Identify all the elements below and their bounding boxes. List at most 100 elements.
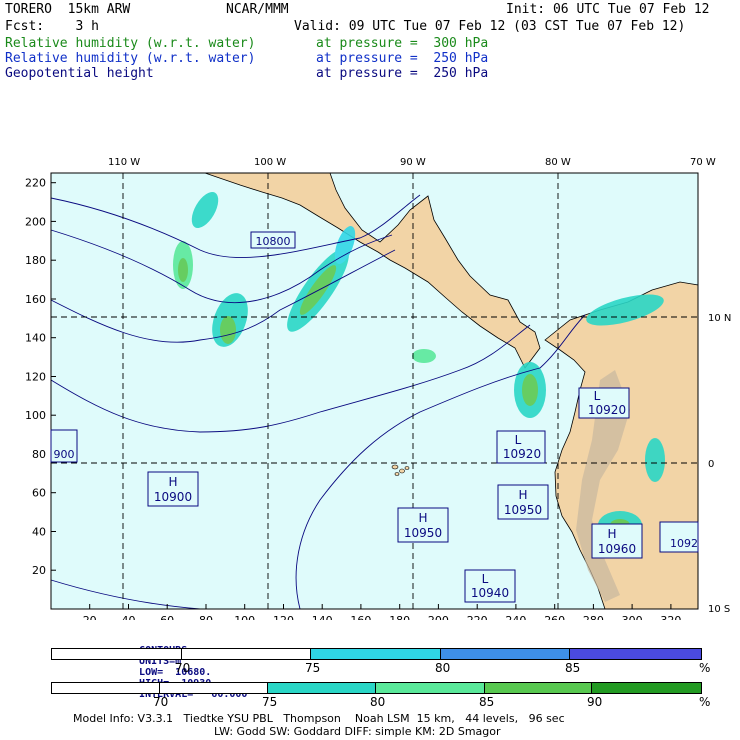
lat-label-10s: 10 S [708, 604, 730, 615]
colorbar-250-label: 75 [305, 661, 321, 675]
field-3-name: Geopotential height [5, 66, 154, 81]
low-center-type: L [594, 389, 601, 403]
x-tick-label: 320 [660, 614, 681, 620]
lon-label-70w: 70 W [690, 157, 716, 168]
contour-label: 1092 [659, 521, 699, 553]
colorbar-segment [52, 649, 182, 659]
colorbar-segment [376, 683, 485, 693]
high-center-value: 10900 [154, 490, 192, 504]
colorbar-250-label: 85 [565, 661, 581, 675]
field-3-level: at pressure = 250 hPa [316, 66, 489, 81]
colorbar-segment [311, 649, 441, 659]
x-tick-label: 140 [312, 614, 333, 620]
x-tick-label: 300 [622, 614, 643, 620]
x-tick-label: 200 [428, 614, 449, 620]
model-info-line-1: Model Info: V3.3.1 Tiedtke YSU PBL Thomp… [73, 712, 565, 725]
y-tick-label: 160 [25, 293, 46, 306]
x-tick-label: 260 [544, 614, 565, 620]
y-tick-label: 100 [25, 409, 46, 422]
x-tick-label: 80 [199, 614, 213, 620]
colorbar-300-label: 90 [587, 695, 603, 709]
y-tick-label: 80 [32, 448, 46, 461]
colorbar-300-label: 75 [262, 695, 278, 709]
x-tick-label: 20 [83, 614, 97, 620]
colorbar-300-label: 70 [153, 695, 169, 709]
field-2-name: Relative humidity (w.r.t. water) [5, 51, 256, 66]
lon-label-110w: 110 W [108, 157, 140, 168]
init-time: Init: 06 UTC Tue 07 Feb 12 [506, 2, 710, 17]
high-center-value: 10960 [598, 542, 636, 556]
colorbar-300-unit: % [699, 695, 711, 709]
x-tick-label: 40 [122, 614, 136, 620]
colorbar-rh-250 [51, 648, 702, 660]
colorbar-segment [268, 683, 377, 693]
low-center-value: 10940 [471, 586, 509, 600]
x-tick-label: 100 [234, 614, 255, 620]
forecast-hour: Fcst: 3 h [5, 19, 99, 34]
x-tick-label: 60 [160, 614, 174, 620]
lon-label-100w: 100 W [254, 157, 286, 168]
high-center-type: H [168, 475, 177, 489]
x-tick-label: 120 [273, 614, 294, 620]
high-center-value: 10950 [404, 526, 442, 540]
y-tick-label: 120 [25, 371, 46, 384]
x-tick-label: 240 [505, 614, 526, 620]
colorbar-250-label: 80 [435, 661, 451, 675]
low-center-value: 10920 [503, 447, 541, 461]
high-center: H 10950 [397, 507, 449, 543]
lat-label-0: 0 [708, 459, 714, 470]
high-center-type: H [518, 488, 527, 502]
colorbar-rh-300 [51, 682, 702, 694]
lat-label-10n: 10 N [708, 313, 731, 324]
low-center-type: L [515, 433, 522, 447]
high-center: H 10950 [497, 484, 549, 520]
y-tick-label: 200 [25, 215, 46, 228]
low-center: L 10940 [464, 569, 516, 603]
field-2-level: at pressure = 250 hPa [316, 51, 489, 66]
x-tick-label: 180 [389, 614, 410, 620]
low-center-value: 10920 [588, 403, 626, 417]
y-tick-label: 220 [25, 177, 46, 190]
high-center-type: H [607, 527, 616, 541]
colorbar-segment [181, 649, 312, 659]
low-center: L 10920 [496, 430, 546, 464]
x-tick-label: 280 [583, 614, 604, 620]
lon-label-80w: 80 W [545, 157, 571, 168]
colorbar-250-unit: % [699, 661, 711, 675]
y-tick-label: 40 [32, 526, 46, 539]
high-center: H 10900 [147, 471, 199, 507]
weather-map: 110 W 100 W 90 W 80 W 70 W 10 N 0 10 S 2… [25, 157, 731, 620]
field-1-level: at pressure = 300 hPa [316, 36, 489, 51]
lon-label-90w: 90 W [400, 157, 426, 168]
low-center-type: L [482, 572, 489, 586]
field-1-name: Relative humidity (w.r.t. water) [5, 36, 256, 51]
high-center-type: H [418, 511, 427, 525]
model-title: TORERO 15km ARW [5, 2, 131, 17]
colorbar-segment [52, 683, 160, 693]
colorbar-segment [570, 649, 701, 659]
contour-label: 10800 [250, 231, 296, 249]
high-center: H 10960 [591, 523, 643, 559]
colorbar-segment [592, 683, 702, 693]
contour-label: 900 [50, 429, 78, 463]
colorbar-250-label: 70 [175, 661, 191, 675]
colorbar-segment [440, 649, 571, 659]
contour-label-text: 900 [54, 448, 75, 461]
high-center-value: 10950 [504, 503, 542, 517]
y-tick-label: 140 [25, 332, 46, 345]
contour-label-text: 10800 [256, 235, 291, 248]
y-tick-label: 20 [32, 564, 46, 577]
contour-label-text: 1092 [670, 537, 698, 550]
colorbar-segment [484, 683, 593, 693]
y-tick-label: 60 [32, 487, 46, 500]
colorbar-300-label: 85 [479, 695, 495, 709]
x-tick-label: 160 [350, 614, 371, 620]
x-tick-label: 220 [467, 614, 488, 620]
organization: NCAR/MMM [226, 2, 289, 17]
low-center: L 10920 [578, 387, 630, 419]
valid-time: Valid: 09 UTC Tue 07 Feb 12 (03 CST Tue … [294, 19, 686, 34]
model-info-line-2: LW: Godd SW: Goddard DIFF: simple KM: 2D… [214, 725, 501, 738]
y-tick-label: 180 [25, 254, 46, 267]
colorbar-300-label: 80 [370, 695, 386, 709]
colorbar-segment [159, 683, 269, 693]
